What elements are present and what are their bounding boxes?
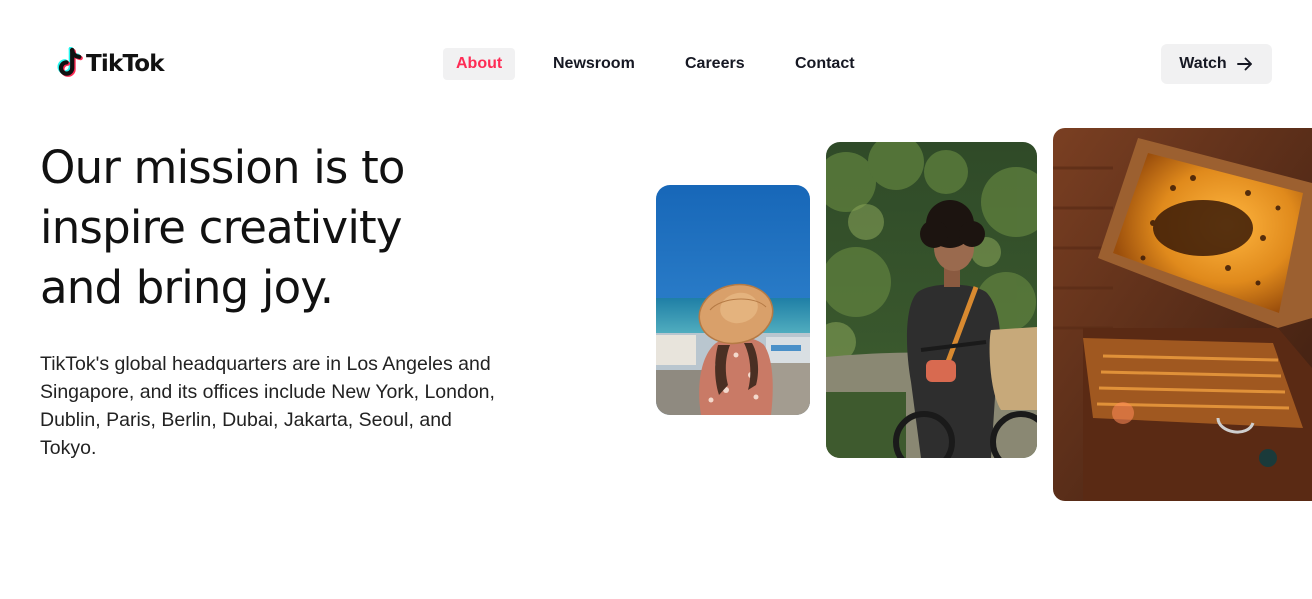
nav-item-contact[interactable]: Contact [782, 48, 868, 80]
nav-item-about[interactable]: About [443, 48, 516, 80]
cyclist-photo [826, 142, 1037, 458]
watch-button-label: Watch [1179, 55, 1227, 72]
mission-heading: Our mission is to inspire creativity and… [40, 141, 405, 314]
beach-photo [656, 185, 810, 415]
tiktok-logo[interactable]: TikTok [57, 47, 165, 79]
headquarters-text: TikTok's global headquarters are in Los … [40, 353, 495, 459]
nav-item-newsroom[interactable]: Newsroom [540, 48, 648, 80]
watch-button[interactable]: Watch [1161, 44, 1272, 84]
logo-wordmark: TikTok [86, 50, 165, 77]
tiktok-logo-icon [57, 47, 83, 77]
nav-item-careers[interactable]: Careers [672, 48, 758, 80]
beehive-photo [1053, 128, 1312, 501]
arrow-right-icon [1236, 57, 1252, 71]
